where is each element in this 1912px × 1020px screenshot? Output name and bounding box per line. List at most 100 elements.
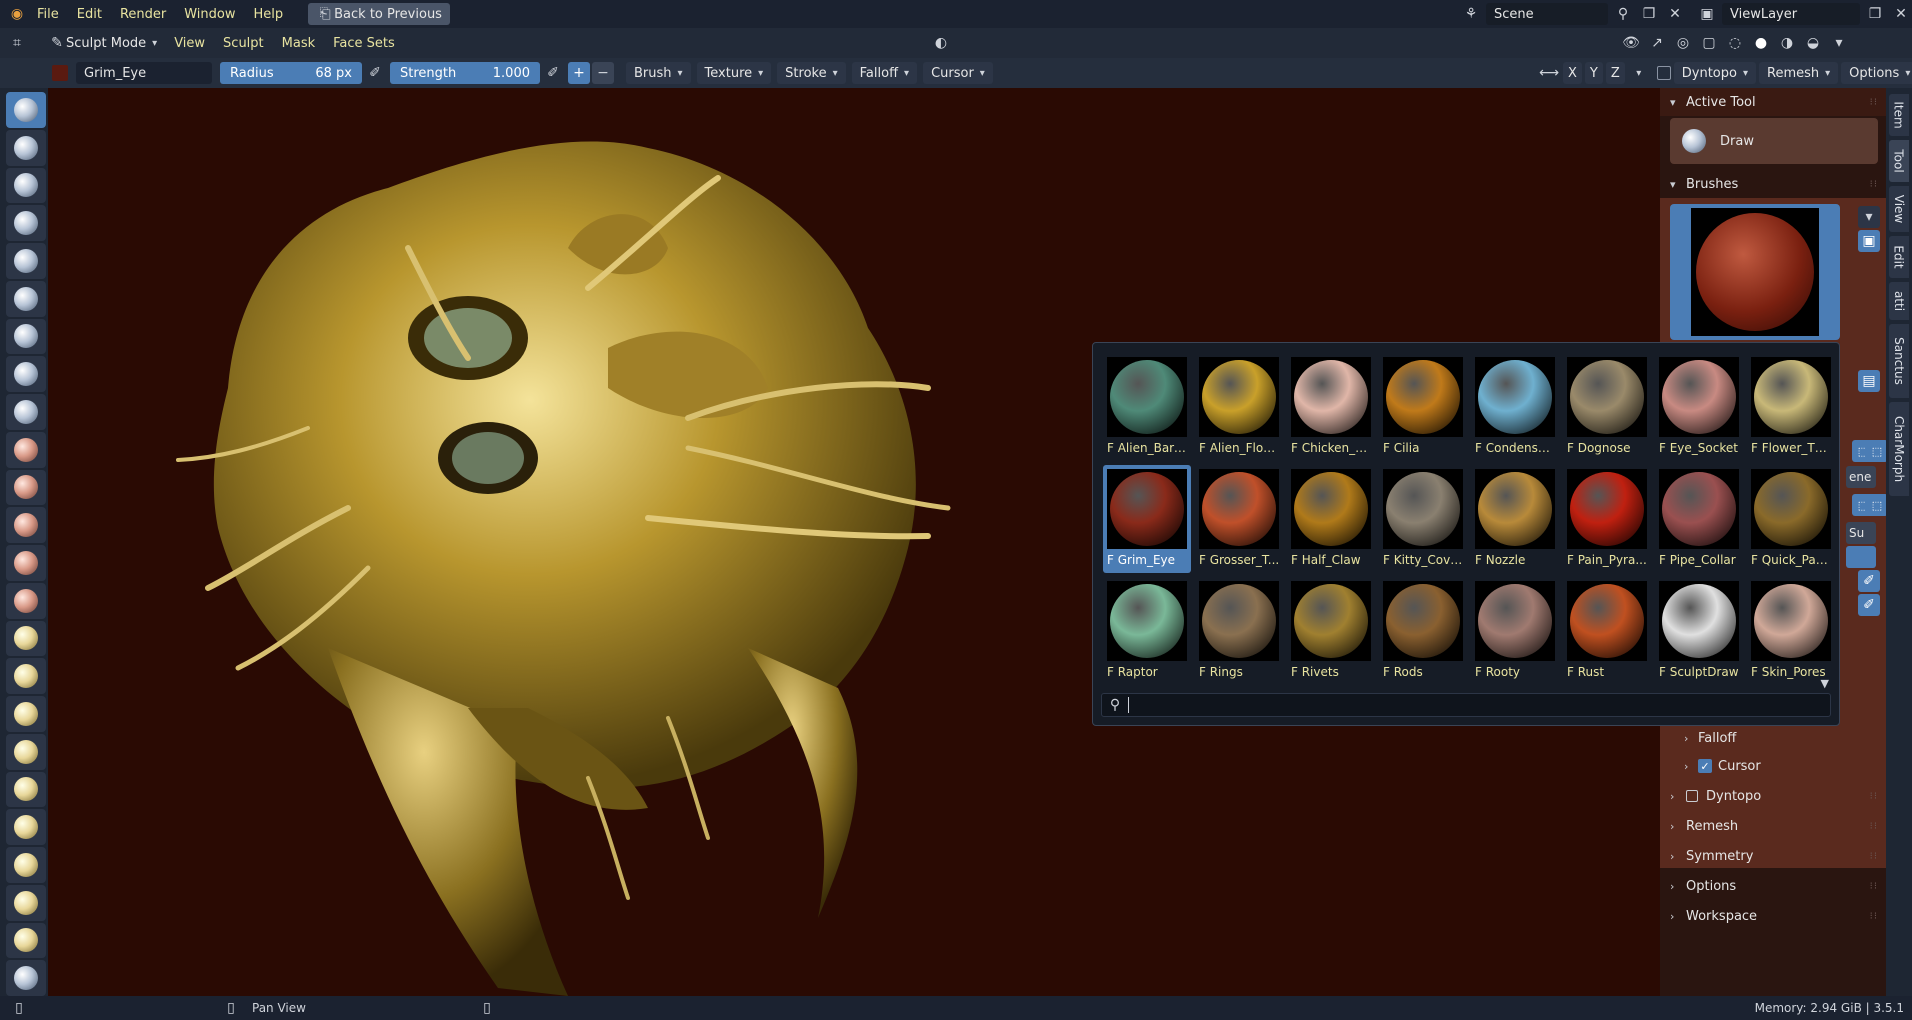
tool-fill[interactable] <box>6 507 46 543</box>
brush-tile[interactable]: F Eye_Socket <box>1655 353 1743 461</box>
add-direction-icon[interactable]: + <box>568 62 590 84</box>
mirror-x-toggle[interactable]: X <box>1563 62 1582 84</box>
brush-image-icon[interactable]: ▣ <box>1858 230 1880 252</box>
open-file-icon[interactable]: ▤ <box>1858 370 1880 392</box>
back-to-previous-button[interactable]: ⎗ Back to Previous <box>308 3 450 25</box>
tool-slide-relax[interactable] <box>6 922 46 959</box>
menu-face-sets[interactable]: Face Sets <box>324 36 404 51</box>
wireframe-shading-icon[interactable]: ◌ <box>1724 32 1746 54</box>
menu-help[interactable]: Help <box>245 7 293 22</box>
tool-flatten[interactable] <box>6 469 46 506</box>
mode-selector[interactable]: ✎ Sculpt Mode <box>40 32 165 54</box>
falloff-subpanel[interactable]: › Falloff <box>1684 726 1736 750</box>
drag-handle-icon[interactable]: ⁝⁝ <box>1870 911 1878 922</box>
tool-draw-sharp[interactable] <box>6 129 46 166</box>
brush-tile[interactable]: F Condensat... <box>1471 353 1559 461</box>
tool-elastic-deform[interactable] <box>6 696 46 732</box>
scene-icon[interactable]: ⚘ <box>1460 3 1482 25</box>
brush-tile[interactable]: F Alien_Flow... <box>1195 353 1283 461</box>
tool-scrape[interactable] <box>6 545 46 581</box>
strength-pen-pressure-icon[interactable]: ✐ <box>542 62 564 84</box>
brush-menu[interactable]: Brush <box>626 62 691 84</box>
tab-view[interactable]: View <box>1889 186 1909 232</box>
solid-shading-icon[interactable]: ● <box>1750 32 1772 54</box>
brush-tile[interactable]: F SculptDraw <box>1655 577 1743 685</box>
cursor-menu[interactable]: Cursor <box>923 62 993 84</box>
brush-tile[interactable]: F Cilia <box>1379 353 1467 461</box>
dyntopo-menu[interactable]: Dyntopo <box>1673 62 1756 84</box>
tool-crease[interactable] <box>6 394 46 430</box>
options-menu[interactable]: Options <box>1841 62 1912 84</box>
brush-name-field[interactable]: Grim_Eye <box>76 62 212 84</box>
brush-tile[interactable]: F Rust <box>1563 577 1651 685</box>
tool-pose[interactable] <box>6 809 46 845</box>
brush-search-box[interactable]: ⚲ <box>1101 693 1831 717</box>
drag-handle-icon[interactable]: ⁝⁝ <box>1870 97 1878 108</box>
tab-tool[interactable]: Tool <box>1889 140 1909 182</box>
brush-tile[interactable]: F Rooty <box>1471 577 1559 685</box>
brush-tile[interactable]: F Pipe_Collar <box>1655 465 1743 573</box>
brush-tile[interactable]: F Quick_Panel <box>1747 465 1835 573</box>
remesh-section-header[interactable]: › Remesh ⁝⁝ <box>1660 812 1886 840</box>
tool-clay-thumb[interactable] <box>6 243 46 279</box>
transform-pivot-icon[interactable]: ◐ <box>930 32 952 54</box>
cursor-checkbox[interactable]: ✓ <box>1698 759 1712 773</box>
brush-tile[interactable]: F Grosser_T... <box>1195 465 1283 573</box>
new-scene-icon[interactable]: ❐ <box>1638 3 1660 25</box>
new-viewlayer-icon[interactable]: ❐ <box>1864 3 1886 25</box>
material-shading-icon[interactable]: ◑ <box>1776 32 1798 54</box>
texture-field-partial[interactable]: ene <box>1846 466 1876 488</box>
tool-clay[interactable] <box>6 167 46 204</box>
tab-sanctus[interactable]: Sanctus <box>1889 324 1909 398</box>
brush-tile[interactable]: F Dognose <box>1563 353 1651 461</box>
brush-tile[interactable]: F Raptor <box>1103 577 1191 685</box>
brush-tile[interactable]: F Nozzle <box>1471 465 1559 573</box>
brush-tile[interactable]: F Flower_Thi... <box>1747 353 1835 461</box>
mapping-field-partial[interactable] <box>1846 546 1876 568</box>
active-tool-section-header[interactable]: ▾ Active Tool ⁝⁝ <box>1660 88 1886 116</box>
tool-clay-strips[interactable] <box>6 205 46 241</box>
falloff-menu[interactable]: Falloff <box>851 62 918 84</box>
brush-color-swatch[interactable] <box>52 65 68 81</box>
menu-sculpt[interactable]: Sculpt <box>214 36 273 51</box>
new-texture-icon[interactable]: ⬚ <box>1866 494 1888 516</box>
menu-edit[interactable]: Edit <box>68 7 111 22</box>
tab-atti[interactable]: atti <box>1889 282 1909 320</box>
dyntopo-section-header[interactable]: › Dyntopo ⁝⁝ <box>1660 782 1886 810</box>
brush-tile[interactable]: F Grim_Eye <box>1103 465 1191 573</box>
pen-pressure-icon-2[interactable]: ✐ <box>1858 594 1880 616</box>
scroll-down-icon[interactable]: ▼ <box>1821 677 1829 690</box>
menu-window[interactable]: Window <box>175 7 244 22</box>
brush-tile[interactable]: F Rings <box>1195 577 1283 685</box>
dyntopo-section-checkbox[interactable] <box>1686 790 1698 802</box>
symmetry-icon[interactable]: ⟷ <box>1538 62 1560 84</box>
rendered-shading-icon[interactable]: ◒ <box>1802 32 1824 54</box>
tab-item[interactable]: Item <box>1889 94 1909 136</box>
tool-inflate[interactable] <box>6 318 46 355</box>
editor-type-icon[interactable]: ⌗ <box>6 32 28 54</box>
brush-tile[interactable]: F Half_Claw <box>1287 465 1375 573</box>
brush-tile[interactable]: F Alien_Barn... <box>1103 353 1191 461</box>
pen-pressure-icon[interactable]: ✐ <box>1858 570 1880 592</box>
active-tool-row[interactable]: Draw <box>1670 118 1878 164</box>
remesh-menu[interactable]: Remesh <box>1759 62 1839 84</box>
tab-charmorph[interactable]: CharMorph <box>1889 402 1909 496</box>
tool-thumb[interactable] <box>6 771 46 808</box>
tool-draw[interactable] <box>6 92 46 128</box>
cursor-subpanel[interactable]: › ✓ Cursor <box>1684 754 1761 778</box>
blender-logo-icon[interactable]: ◉ <box>6 3 28 25</box>
symmetry-section-header[interactable]: › Symmetry ⁝⁝ <box>1660 842 1886 870</box>
tool-smooth[interactable] <box>6 431 46 468</box>
brush-tile[interactable]: F Pain_Pyra... <box>1563 465 1651 573</box>
workspace-section-header[interactable]: › Workspace ⁝⁝ <box>1660 902 1886 930</box>
pin-icon[interactable]: ⚲ <box>1612 3 1634 25</box>
brush-tile[interactable]: F Rods <box>1379 577 1467 685</box>
tool-blob[interactable] <box>6 356 46 392</box>
menu-view[interactable]: View <box>165 36 214 51</box>
drag-handle-icon[interactable]: ⁝⁝ <box>1870 851 1878 862</box>
drag-handle-icon[interactable]: ⁝⁝ <box>1870 179 1878 190</box>
tool-layer[interactable] <box>6 280 46 317</box>
mask-texture-field-partial[interactable]: Su <box>1846 522 1876 544</box>
xray-icon[interactable]: ▢ <box>1698 32 1720 54</box>
close-scene-icon[interactable]: ✕ <box>1664 3 1686 25</box>
